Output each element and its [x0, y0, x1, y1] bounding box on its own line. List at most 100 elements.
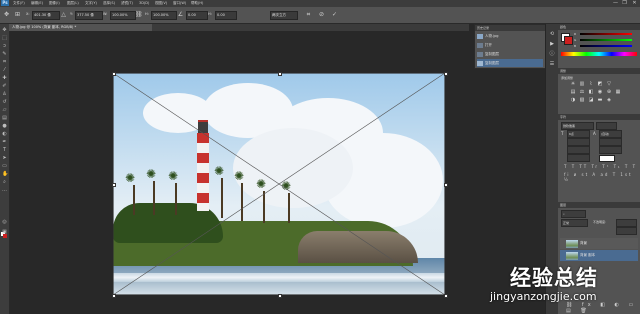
blend-mode-select[interactable]: 正常	[561, 219, 588, 227]
quick-mask-icon[interactable]: ◎	[2, 220, 7, 225]
selective-color-icon[interactable]: ◈	[606, 98, 612, 103]
font-style-select[interactable]	[596, 122, 617, 130]
lasso-tool-icon[interactable]: ↄ	[2, 44, 7, 49]
font-family-select[interactable]: 微软雅黑	[561, 122, 594, 130]
move-tool-icon[interactable]: ✥	[3, 12, 10, 18]
red-slider[interactable]	[580, 33, 632, 35]
blur-tool-icon[interactable]: ●	[2, 124, 7, 129]
horizontal-scale-input[interactable]	[599, 146, 622, 154]
marquee-tool-icon[interactable]: ⬚	[2, 36, 7, 41]
color-lookup-icon[interactable]: ▦	[615, 90, 621, 95]
curves-icon[interactable]: ⌇	[588, 82, 594, 87]
posterize-icon[interactable]: ▧	[579, 98, 585, 103]
clone-stamp-icon[interactable]: ♙	[2, 92, 7, 97]
interpolation-select[interactable]: 两次立方	[270, 11, 298, 20]
history-snapshot[interactable]: 人物.jpg	[477, 32, 543, 40]
history-step-active[interactable]: 复制图层	[477, 59, 543, 67]
photo-filter-icon[interactable]: ◉	[597, 90, 603, 95]
document-tab[interactable]: 人物.jpg @ 100% (背景 副本, RGB/8) *	[9, 24, 152, 31]
transform-handle[interactable]	[112, 72, 116, 76]
layers-footer-buttons[interactable]: ⛓ fx ◧ ◐ ▭ ▤ 🗑	[566, 302, 640, 314]
info-icon[interactable]: ⓘ	[549, 52, 555, 57]
height-input[interactable]: 100.00%	[151, 11, 177, 20]
transform-handle[interactable]	[444, 183, 448, 187]
menu-layer[interactable]: 图层(L)	[67, 1, 79, 6]
delta-icon[interactable]: △	[60, 12, 67, 18]
exposure-icon[interactable]: ◩	[597, 82, 603, 87]
transform-handle[interactable]	[278, 294, 282, 298]
menu-file[interactable]: 文件(F)	[13, 1, 25, 6]
color-balance-icon[interactable]: ⚖	[579, 90, 585, 95]
history-step[interactable]: 打开	[477, 41, 543, 49]
text-style-buttons[interactable]: T T TT Tr T¹ T₁ T T	[564, 164, 637, 169]
menu-3d[interactable]: 3D(D)	[139, 1, 149, 5]
hand-tool-icon[interactable]: ✋	[2, 172, 8, 177]
actions-icon[interactable]: ▶	[549, 42, 555, 47]
gradient-icon[interactable]: ▤	[2, 116, 7, 121]
screen-mode-icon[interactable]: ▣	[2, 230, 7, 235]
blue-slider[interactable]	[580, 45, 632, 47]
y-input[interactable]: 377.50 像	[75, 11, 103, 20]
quick-select-icon[interactable]: ✎	[2, 52, 7, 57]
x-input[interactable]: 401.30 像	[32, 11, 60, 20]
vibrance-icon[interactable]: ▽	[606, 82, 612, 87]
gradient-map-icon[interactable]: ▬	[597, 98, 603, 103]
zoom-tool-icon[interactable]: ⌕	[2, 180, 7, 185]
transform-handle[interactable]	[112, 294, 116, 298]
green-slider[interactable]	[580, 39, 632, 41]
kerning-input[interactable]	[567, 138, 590, 146]
threshold-icon[interactable]: ◪	[588, 98, 594, 103]
leading-input[interactable]: (自动)	[599, 130, 622, 138]
fill-input[interactable]	[616, 227, 637, 235]
font-size-input[interactable]: 6点	[567, 130, 590, 138]
canvas-image[interactable]: ✺ ✺ ✺ ✺ ✺ ✺ ✺	[113, 73, 445, 295]
shape-tool-icon[interactable]: ▭	[2, 164, 7, 169]
brightness-icon[interactable]: ☀	[570, 82, 576, 87]
brush-tool-icon[interactable]: ✐	[2, 84, 7, 89]
menu-window[interactable]: 窗口(W)	[173, 1, 186, 6]
transform-handle[interactable]	[278, 72, 282, 76]
tracking-input[interactable]	[599, 138, 622, 146]
width-input[interactable]: 100.00%	[110, 11, 136, 20]
dodge-tool-icon[interactable]: ◐	[2, 132, 7, 137]
channel-mixer-icon[interactable]: ⊕	[606, 90, 612, 95]
menu-edit[interactable]: 编辑(E)	[31, 1, 43, 6]
menu-image[interactable]: 图像(I)	[49, 1, 60, 6]
menu-select[interactable]: 选择(S)	[103, 1, 115, 6]
commit-transform-icon[interactable]: ✓	[331, 12, 338, 18]
eyedropper-icon[interactable]: ⁄	[2, 68, 7, 73]
opacity-input[interactable]	[616, 219, 637, 227]
pen-tool-icon[interactable]: ✒	[2, 140, 7, 145]
reference-point-icon[interactable]: ⊞	[14, 12, 21, 18]
transform-handle[interactable]	[444, 294, 448, 298]
text-color-swatch[interactable]	[599, 155, 615, 162]
baseline-shift-input[interactable]	[567, 154, 590, 162]
more-tools-icon[interactable]: …	[2, 188, 7, 193]
restore-icon[interactable]: ❐	[620, 0, 629, 6]
close-icon[interactable]: ✕	[630, 0, 639, 6]
path-select-icon[interactable]: ➤	[2, 156, 7, 161]
crop-tool-icon[interactable]: ⌗	[2, 60, 7, 65]
type-tool-icon[interactable]: T	[2, 148, 7, 153]
vertical-scale-input[interactable]	[567, 146, 590, 154]
history-icon[interactable]: ⟲	[549, 32, 555, 37]
history-step[interactable]: 复制图层	[477, 50, 543, 58]
move-tool-icon[interactable]: ✥	[2, 28, 7, 33]
opentype-buttons[interactable]: fi ø st A ad T 1st ½	[564, 172, 640, 182]
hue-saturation-icon[interactable]: ▤	[570, 90, 576, 95]
menu-view[interactable]: 视图(V)	[155, 1, 167, 6]
color-bg-swatch[interactable]	[564, 36, 573, 45]
invert-icon[interactable]: ◑	[570, 98, 576, 103]
angle-input[interactable]: 0.00	[186, 11, 208, 20]
menu-filter[interactable]: 滤镜(T)	[121, 1, 133, 6]
transform-handle[interactable]	[444, 72, 448, 76]
eraser-icon[interactable]: ▱	[2, 108, 7, 113]
transform-handle[interactable]	[112, 183, 116, 187]
menu-help[interactable]: 帮助(H)	[191, 1, 203, 6]
cancel-transform-icon[interactable]: ⊘	[318, 12, 325, 18]
h-skew-input[interactable]: 0.00	[215, 11, 237, 20]
minimize-icon[interactable]: —	[611, 0, 620, 6]
levels-icon[interactable]: ▥	[579, 82, 585, 87]
properties-icon[interactable]: ☰	[549, 62, 555, 67]
layer-filter-select[interactable]: ⌕	[561, 210, 586, 218]
